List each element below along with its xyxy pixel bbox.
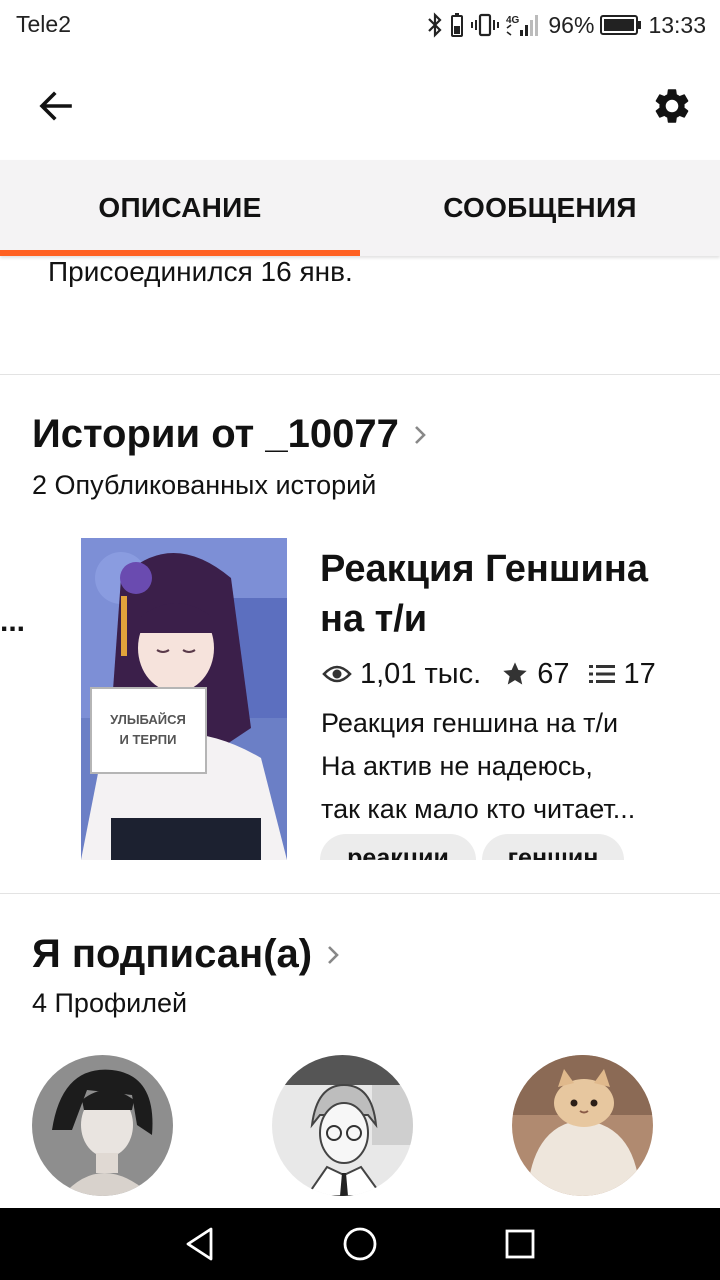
story-tags: реакции геншин xyxy=(320,834,720,860)
tab-messages-label: СООБЩЕНИЯ xyxy=(443,192,637,223)
story-description-line: Реакция геншина на т/и xyxy=(321,708,619,738)
followed-profile-avatar[interactable] xyxy=(512,1055,653,1196)
cover-text-line1: УЛЫБАЙСЯ xyxy=(110,712,186,727)
circle-home-icon xyxy=(343,1227,377,1261)
signal-icon: 4G xyxy=(506,15,539,36)
nav-back-button[interactable] xyxy=(178,1222,222,1266)
chevron-right-icon xyxy=(328,945,339,964)
tag-label: геншин xyxy=(507,844,599,860)
story-cover[interactable]: УЛЫБАЙСЯ И ТЕРПИ xyxy=(81,538,287,860)
parts-count: 17 xyxy=(623,657,656,690)
following-header[interactable]: Я подписан(а) xyxy=(32,932,340,977)
avatar-manga-glasses xyxy=(272,1055,413,1196)
bluetooth-icon xyxy=(428,12,442,38)
system-navigation-bar xyxy=(0,1208,720,1280)
reads-stat: 1,01 тыс. xyxy=(322,658,481,691)
star-icon xyxy=(503,662,527,685)
tab-description-label: ОПИСАНИЕ xyxy=(98,192,262,223)
section-divider xyxy=(0,893,720,894)
gear-icon xyxy=(655,89,689,123)
story-title[interactable]: Реакция Геншина на т/и xyxy=(320,544,710,644)
reads-count: 1,01 тыс. xyxy=(360,657,482,690)
clock: 13:33 xyxy=(648,11,706,38)
battery-charging-icon xyxy=(451,13,464,37)
arrow-left-icon xyxy=(39,91,72,121)
followed-profile-avatar[interactable] xyxy=(272,1055,413,1196)
tab-description[interactable]: ОПИСАНИЕ xyxy=(0,160,360,256)
tag-chip[interactable]: геншин xyxy=(482,834,624,860)
battery-icon xyxy=(600,15,642,35)
nav-home-button[interactable] xyxy=(338,1222,382,1266)
square-recents-icon xyxy=(505,1229,535,1259)
app-bar xyxy=(0,50,720,160)
settings-button[interactable] xyxy=(646,80,698,132)
story-title-line1: Реакция Геншина xyxy=(320,548,648,590)
story-cover-image: УЛЫБАЙСЯ И ТЕРПИ xyxy=(81,538,287,860)
followed-profile-avatar[interactable] xyxy=(32,1055,173,1196)
status-icons: 4G 96% 13:33 xyxy=(426,9,706,41)
carrier-name: Tele2 xyxy=(16,11,71,37)
votes-stat: 67 xyxy=(501,658,569,691)
story-title-line2: на т/и xyxy=(320,598,428,640)
stories-count: 2 Опубликованных историй xyxy=(32,470,377,500)
active-tab-indicator xyxy=(0,250,360,256)
eye-icon xyxy=(322,665,352,683)
tag-chip[interactable]: реакции xyxy=(320,834,476,860)
list-icon xyxy=(589,665,616,683)
previous-story-card-fragment[interactable]: ... xyxy=(0,605,25,639)
tab-messages[interactable]: СООБЩЕНИЯ xyxy=(360,160,720,256)
story-description-line: так как мало кто читает... xyxy=(321,794,636,824)
story-stats: 1,01 тыс. 67 17 xyxy=(322,654,676,694)
status-bar: Tele2 4G 96% 13:33 xyxy=(0,0,720,50)
story-description: Реакция геншина на т/и На актив не надею… xyxy=(321,702,701,831)
parts-stat: 17 xyxy=(589,657,656,691)
stories-header[interactable]: Истории от _10077 xyxy=(32,412,427,457)
avatar-dark-hair xyxy=(32,1055,173,1196)
following-count: 4 Профилей xyxy=(32,988,188,1018)
stories-title: Истории от _10077 xyxy=(32,412,399,456)
nav-recents-button[interactable] xyxy=(498,1222,542,1266)
votes-count: 67 xyxy=(537,657,570,690)
tag-label: реакции xyxy=(347,844,449,860)
joined-date: Присоединился 16 янв. xyxy=(48,256,353,287)
tab-bar: ОПИСАНИЕ СООБЩЕНИЯ xyxy=(0,160,720,256)
section-divider xyxy=(0,374,720,375)
back-button[interactable] xyxy=(30,80,82,132)
following-title: Я подписан(а) xyxy=(32,932,313,976)
triangle-back-icon xyxy=(186,1227,213,1261)
vibrate-icon xyxy=(471,13,500,37)
network-type: 4G xyxy=(506,15,520,26)
avatar-cat-blanket xyxy=(512,1055,653,1196)
cover-text-line2: И ТЕРПИ xyxy=(120,732,177,747)
battery-percent: 96% xyxy=(548,11,595,38)
chevron-right-icon xyxy=(414,425,426,444)
story-description-line: На актив не надеюсь, xyxy=(321,751,593,781)
